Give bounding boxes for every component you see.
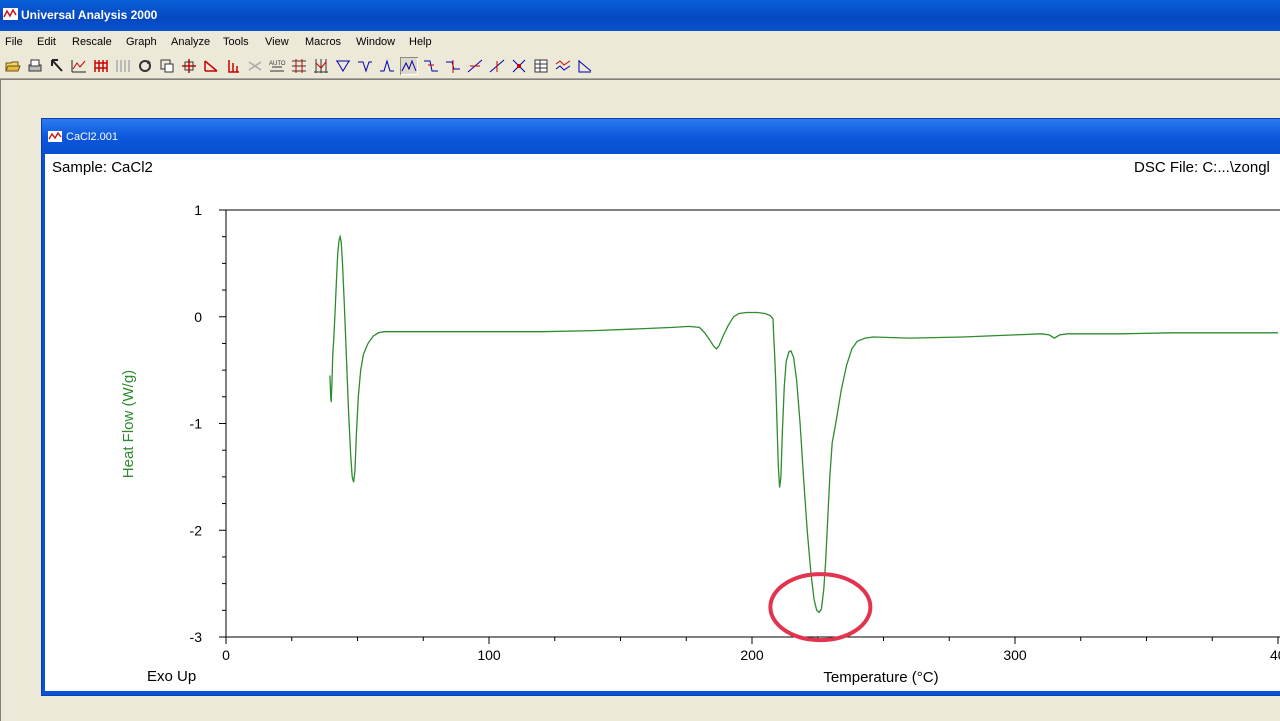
dsc-chart[interactable]: 1 0 -1 -2 -3 0 100 200 300 40 Temperature (°C) He… xyxy=(45,154,1280,691)
annotation-circle xyxy=(768,572,873,643)
menu-window[interactable]: Window xyxy=(356,36,395,48)
document-title: CaCl2.001 xyxy=(66,131,118,143)
baseline-icon[interactable] xyxy=(576,57,594,75)
y-tick-label: -2 xyxy=(190,522,203,538)
table-icon[interactable] xyxy=(532,57,550,75)
overlay-icon[interactable] xyxy=(158,57,176,75)
x-tick-label: 300 xyxy=(1003,647,1027,663)
cursor-tool-icon[interactable] xyxy=(48,57,66,75)
document-icon xyxy=(48,131,62,142)
menu-graph[interactable]: Graph xyxy=(126,36,157,48)
onset-icon[interactable] xyxy=(356,57,374,75)
menu-rescale[interactable]: Rescale xyxy=(72,36,112,48)
glass-transition-icon[interactable] xyxy=(422,57,440,75)
tangent-icon[interactable] xyxy=(488,57,506,75)
zoom-icon[interactable] xyxy=(70,57,88,75)
rescale-icon[interactable] xyxy=(290,57,308,75)
grid-icon[interactable] xyxy=(92,57,110,75)
x-tick-label: 200 xyxy=(740,647,764,663)
slope-icon[interactable] xyxy=(466,57,484,75)
app-logo-icon xyxy=(3,8,18,20)
print-icon[interactable] xyxy=(26,57,44,75)
step-transition-icon[interactable] xyxy=(400,57,418,75)
y-tick-label: 1 xyxy=(194,202,202,218)
integrate-peak-icon[interactable] xyxy=(334,57,352,75)
y-axis-label: Heat Flow (W/g) xyxy=(120,370,137,478)
scale-x-icon[interactable] xyxy=(202,57,220,75)
menu-help[interactable]: Help xyxy=(409,36,432,48)
heat-flow-curve xyxy=(329,234,1278,614)
toolbar: AUTO xyxy=(0,53,1280,79)
menu-macros[interactable]: Macros xyxy=(305,36,341,48)
menu-bar: File Edit Rescale Graph Analyze Tools Vi… xyxy=(0,31,1280,53)
svg-text:AUTO: AUTO xyxy=(269,61,286,67)
auto-scale-icon[interactable]: AUTO xyxy=(268,57,286,75)
menu-view[interactable]: View xyxy=(265,36,289,48)
y-tick-label: -3 xyxy=(190,629,203,645)
x-tick-label: 0 xyxy=(222,647,230,663)
app-titlebar: Universal Analysis 2000 xyxy=(0,0,1280,31)
app-title: Universal Analysis 2000 xyxy=(21,8,158,22)
y-tick-label: -1 xyxy=(190,416,203,432)
crosshair-icon[interactable] xyxy=(180,57,198,75)
rotate-icon[interactable] xyxy=(136,57,154,75)
menu-file[interactable]: File xyxy=(5,36,23,48)
document-window[interactable]: CaCl2.001 Sample: CaCl2 DSC File: C:...\… xyxy=(41,118,1280,696)
y-tick-label: 0 xyxy=(194,309,202,325)
menu-tools[interactable]: Tools xyxy=(223,36,249,48)
signal-icon[interactable] xyxy=(114,57,132,75)
open-icon[interactable] xyxy=(4,57,22,75)
menu-edit[interactable]: Edit xyxy=(37,36,56,48)
cursor-intersect-icon[interactable] xyxy=(510,57,528,75)
x-tick-label: 40 xyxy=(1270,647,1280,663)
scale-y-icon[interactable] xyxy=(224,57,242,75)
plot-pane[interactable]: Sample: CaCl2 DSC File: C:...\zongl Exo … xyxy=(45,154,1280,691)
scale-both-icon[interactable] xyxy=(246,57,264,75)
peak-max-icon[interactable] xyxy=(378,57,396,75)
menu-analyze[interactable]: Analyze xyxy=(171,36,210,48)
document-titlebar[interactable]: CaCl2.001 xyxy=(42,119,1280,154)
legend-icon[interactable] xyxy=(554,57,572,75)
multi-axis-icon[interactable] xyxy=(312,57,330,75)
x-tick-label: 100 xyxy=(477,647,501,663)
x-axis-label: Temperature (°C) xyxy=(823,669,938,686)
derivative-icon[interactable] xyxy=(444,57,462,75)
